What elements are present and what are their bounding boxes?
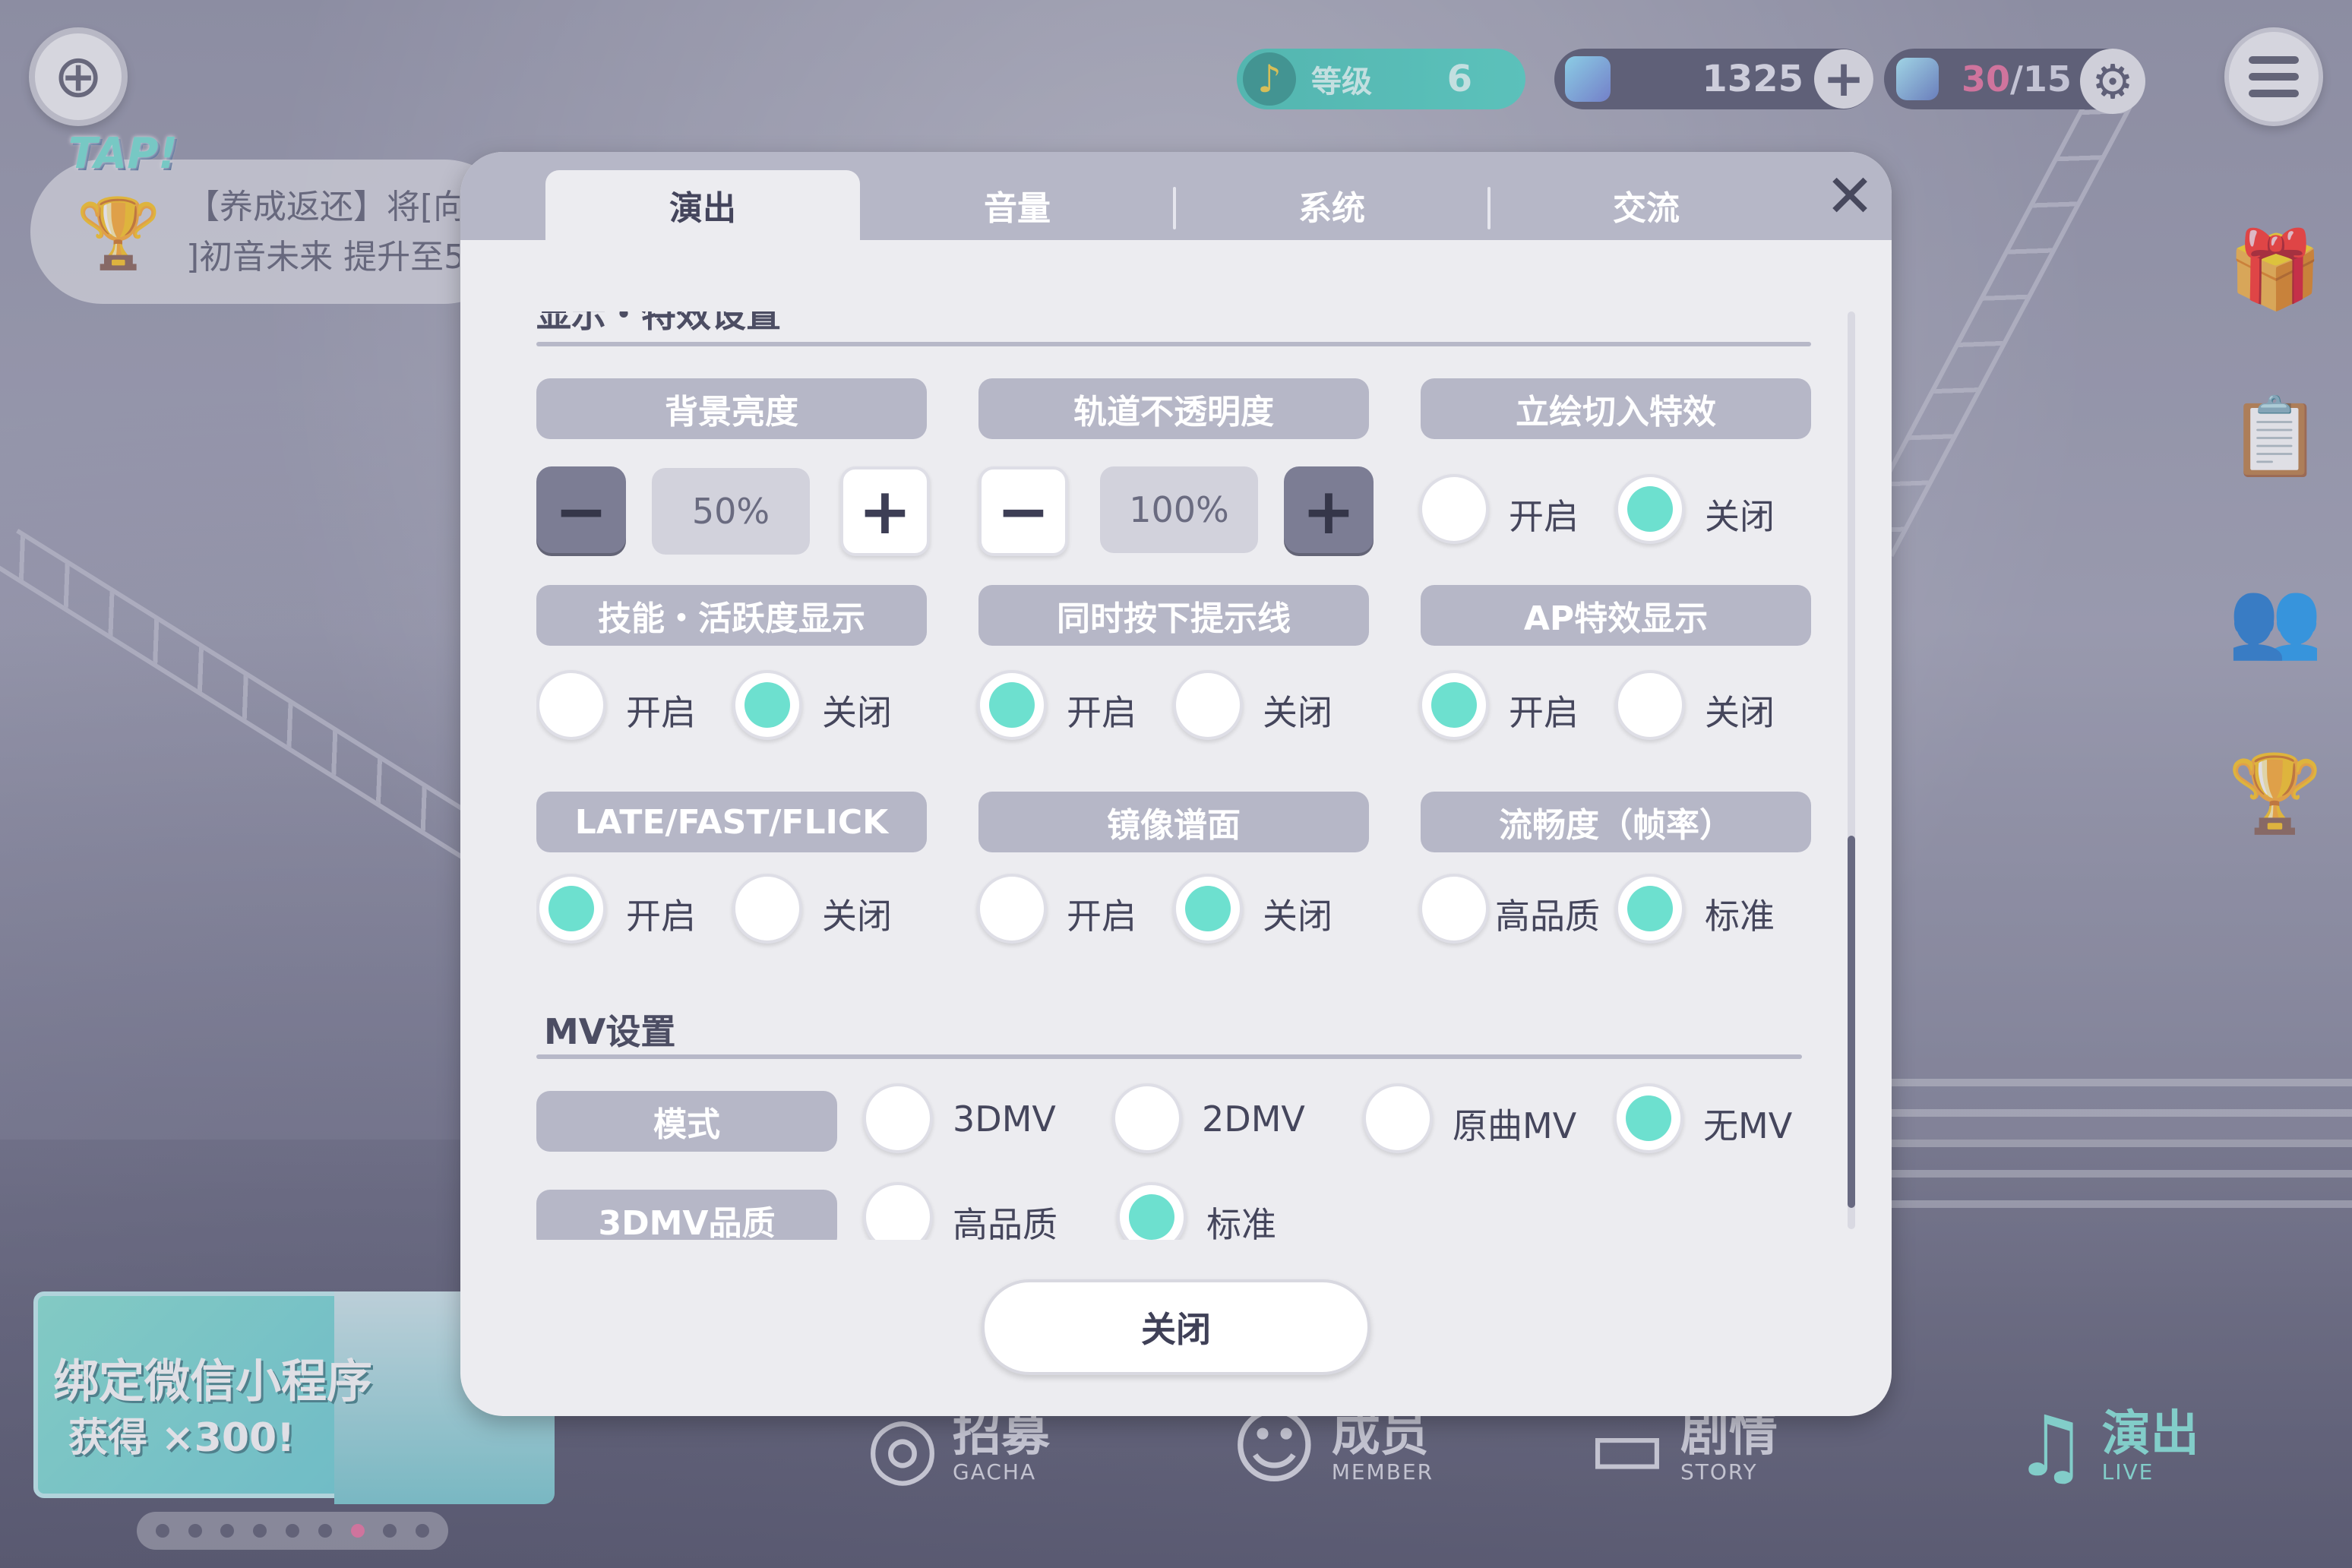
portrait-effect-on-label: 开启 bbox=[1509, 496, 1579, 537]
settings-dialog: 演出 音量 系统 交流 ✕ 显示・特效设置 背景亮度 轨道不透明度 立绘切入特效… bbox=[460, 152, 1892, 1416]
framerate-high-radio[interactable] bbox=[1419, 874, 1489, 944]
late-fast-off-radio[interactable] bbox=[732, 874, 802, 944]
mv-quality-high-radio[interactable] bbox=[863, 1182, 933, 1240]
label-framerate: 流畅度（帧率） bbox=[1421, 792, 1811, 852]
simul-line-on-radio[interactable] bbox=[977, 670, 1047, 740]
simul-line-off-radio[interactable] bbox=[1173, 670, 1243, 740]
section-title-display: 显示・特效设置 bbox=[536, 311, 781, 335]
mirror-on-radio[interactable] bbox=[977, 874, 1047, 944]
framerate-standard-label: 标准 bbox=[1705, 896, 1775, 937]
label-simul-line: 同时按下提示线 bbox=[978, 585, 1369, 646]
section-divider bbox=[536, 1054, 1802, 1059]
label-mirror: 镜像谱面 bbox=[978, 792, 1369, 852]
mv-mode-original-radio[interactable] bbox=[1363, 1083, 1433, 1153]
mv-mode-none-label: 无MV bbox=[1703, 1105, 1793, 1146]
label-mv-quality: 3DMV品质 bbox=[536, 1190, 837, 1240]
section-divider bbox=[536, 342, 1811, 346]
mv-mode-2dmv-radio[interactable] bbox=[1112, 1083, 1182, 1153]
label-late-fast: LATE/FAST/FLICK bbox=[536, 792, 927, 852]
lane-opacity-plus-button[interactable]: + bbox=[1284, 466, 1374, 556]
settings-scroll-area[interactable]: 显示・特效设置 背景亮度 轨道不透明度 立绘切入特效 − 50% + − 100… bbox=[536, 311, 1828, 1240]
label-lane-opacity: 轨道不透明度 bbox=[978, 378, 1369, 439]
lane-opacity-minus-button[interactable]: − bbox=[978, 466, 1068, 556]
ap-effect-off-label: 关闭 bbox=[1705, 692, 1775, 733]
skill-display-on-label: 开启 bbox=[626, 692, 696, 733]
tab-bar: 演出 音量 系统 交流 ✕ bbox=[460, 152, 1892, 240]
lane-opacity-value: 100% bbox=[1100, 466, 1258, 553]
ap-effect-on-label: 开启 bbox=[1509, 692, 1579, 733]
mv-mode-none-radio[interactable] bbox=[1614, 1083, 1683, 1153]
skill-display-on-radio[interactable] bbox=[536, 670, 606, 740]
ap-effect-on-radio[interactable] bbox=[1419, 670, 1489, 740]
mirror-off-radio[interactable] bbox=[1173, 874, 1243, 944]
tab-live[interactable]: 演出 bbox=[545, 170, 860, 240]
close-button[interactable]: 关闭 bbox=[982, 1279, 1370, 1375]
section-title-mv: MV设置 bbox=[544, 1011, 676, 1052]
simul-line-on-label: 开启 bbox=[1067, 692, 1136, 733]
ap-effect-off-radio[interactable] bbox=[1615, 670, 1685, 740]
mirror-off-label: 关闭 bbox=[1263, 896, 1332, 937]
mv-mode-3dmv-radio[interactable] bbox=[863, 1083, 933, 1153]
skill-display-off-label: 关闭 bbox=[822, 692, 892, 733]
bg-brightness-minus-button[interactable]: − bbox=[536, 466, 626, 556]
framerate-standard-radio[interactable] bbox=[1615, 874, 1685, 944]
portrait-effect-off-radio[interactable] bbox=[1615, 474, 1685, 544]
label-mv-mode: 模式 bbox=[536, 1091, 837, 1152]
mv-mode-3dmv-label: 3DMV bbox=[953, 1099, 1056, 1140]
mv-quality-high-label: 高品质 bbox=[953, 1204, 1057, 1240]
late-fast-on-label: 开启 bbox=[626, 896, 696, 937]
late-fast-off-label: 关闭 bbox=[822, 896, 892, 937]
tab-system[interactable]: 系统 bbox=[1174, 170, 1489, 240]
mv-quality-standard-label: 标准 bbox=[1206, 1204, 1276, 1240]
scrollbar-thumb[interactable] bbox=[1848, 836, 1855, 1208]
portrait-effect-on-radio[interactable] bbox=[1419, 474, 1489, 544]
label-portrait-effect: 立绘切入特效 bbox=[1421, 378, 1811, 439]
label-bg-brightness: 背景亮度 bbox=[536, 378, 927, 439]
simul-line-off-label: 关闭 bbox=[1263, 692, 1332, 733]
close-icon[interactable]: ✕ bbox=[1823, 167, 1876, 226]
bg-brightness-value: 50% bbox=[652, 468, 810, 555]
label-ap-effect: AP特效显示 bbox=[1421, 585, 1811, 646]
framerate-high-label: 高品质 bbox=[1495, 896, 1600, 937]
mirror-on-label: 开启 bbox=[1067, 896, 1136, 937]
late-fast-on-radio[interactable] bbox=[536, 874, 606, 944]
skill-display-off-radio[interactable] bbox=[732, 670, 802, 740]
tab-community[interactable]: 交流 bbox=[1489, 170, 1804, 240]
label-skill-display: 技能・活跃度显示 bbox=[536, 585, 927, 646]
mv-mode-2dmv-label: 2DMV bbox=[1202, 1099, 1305, 1140]
mv-quality-standard-radio[interactable] bbox=[1117, 1182, 1187, 1240]
tab-volume[interactable]: 音量 bbox=[860, 170, 1174, 240]
portrait-effect-off-label: 关闭 bbox=[1705, 496, 1775, 537]
bg-brightness-plus-button[interactable]: + bbox=[840, 466, 930, 556]
mv-mode-original-label: 原曲MV bbox=[1453, 1105, 1577, 1146]
